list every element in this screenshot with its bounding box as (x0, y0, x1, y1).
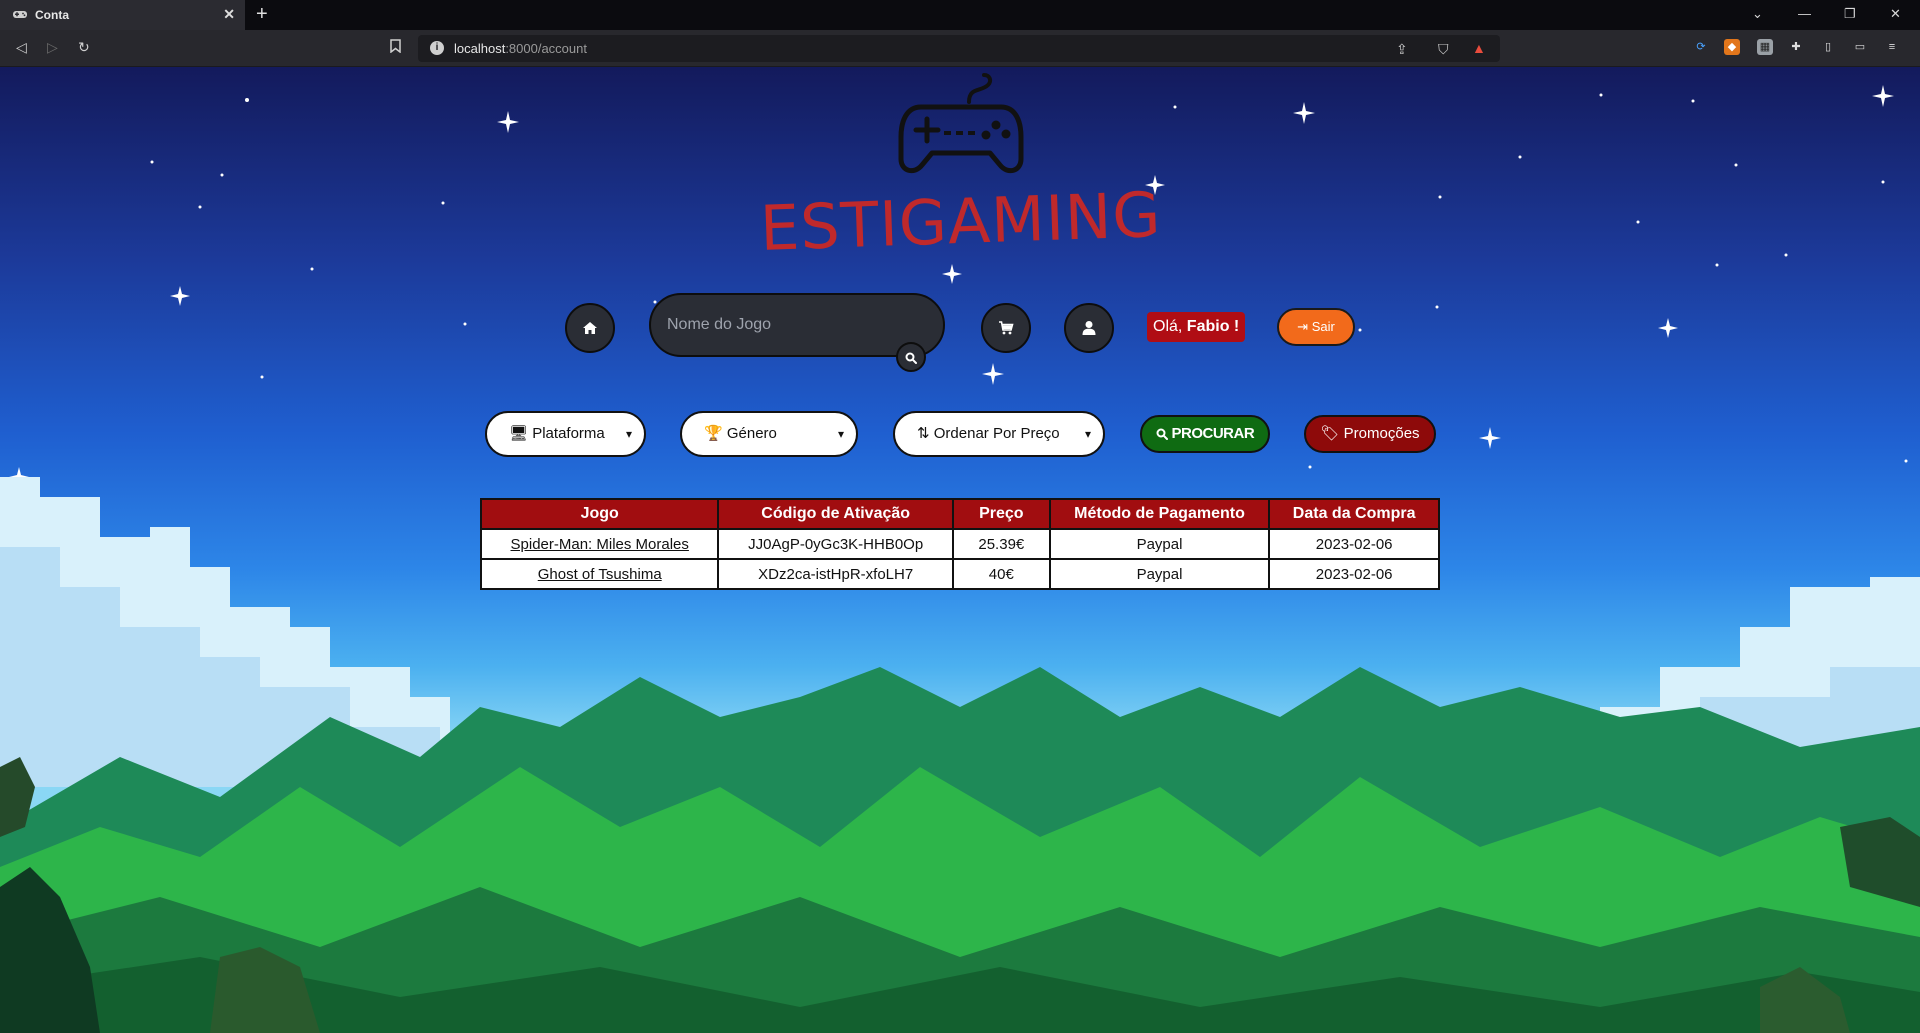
browser-tabbar: Conta ✕ + ⌄ — ❐ ✕ (0, 0, 1920, 30)
bookmark-icon[interactable] (390, 39, 401, 56)
monitor-icon: 🖥 (509, 425, 529, 442)
account-page: ESTIGAMING Olá, Fabio ! ⇥ Sair 🖥 Platafo… (0, 67, 1920, 1033)
brave-shield-icon[interactable]: ⛉ (1438, 41, 1449, 58)
extension-icon[interactable]: ▦ (1757, 39, 1773, 55)
user-icon (1082, 320, 1096, 335)
share-icon[interactable]: ⇪ (1396, 41, 1408, 58)
metamask-icon[interactable]: ◆ (1724, 39, 1740, 55)
reload-icon[interactable]: ↻ (78, 39, 90, 56)
brave-rewards-icon[interactable]: ▲ (1472, 40, 1486, 56)
tab-title: Conta (35, 8, 69, 22)
game-cell: Ghost of Tsushima (479, 558, 720, 590)
extension-vpn-icon[interactable]: ⟳ (1693, 39, 1709, 55)
table-row: Spider-Man: Miles Morales JJ0AgP-0yGc3K-… (479, 528, 1440, 560)
price-cell: 25.39€ (951, 528, 1051, 560)
purchase-date-cell: 2023-02-06 (1268, 528, 1440, 560)
platform-select[interactable]: 🖥 Plataforma ▾ (485, 411, 646, 457)
filter-search-button[interactable]: PROCURAR (1140, 415, 1270, 453)
tab-list-chevron-icon[interactable]: ⌄ (1752, 6, 1763, 22)
search-submit-button[interactable] (896, 342, 926, 372)
chevron-down-icon: ▾ (837, 427, 844, 441)
column-header-game: Jogo (479, 498, 720, 530)
home-icon (583, 321, 597, 334)
purchases-table: Jogo Código de Ativação Preço Método de … (479, 498, 1440, 590)
forward-icon[interactable]: ▷ (47, 39, 58, 56)
column-header-date: Data da Compra (1268, 498, 1440, 530)
purchase-date-cell: 2023-02-06 (1268, 558, 1440, 590)
wallet-icon[interactable]: ▭ (1852, 39, 1868, 55)
cart-icon (999, 320, 1014, 335)
search-icon (1156, 428, 1168, 441)
chevron-down-icon: ▾ (625, 427, 632, 441)
restore-button[interactable]: ❐ (1844, 6, 1856, 22)
account-button[interactable] (1064, 303, 1114, 353)
column-header-price: Preço (951, 498, 1051, 530)
sort-amount-icon: ⇅ (917, 425, 930, 442)
url-text: localhost:8000/account (454, 41, 587, 56)
logout-button[interactable]: ⇥ Sair (1277, 308, 1355, 346)
tab-close-icon[interactable]: ✕ (223, 6, 235, 23)
back-icon[interactable]: ◁ (16, 39, 27, 56)
price-cell: 40€ (951, 558, 1051, 590)
promotions-button[interactable]: 🏷 Promoções (1304, 415, 1436, 453)
home-button[interactable] (565, 303, 615, 353)
site-info-icon[interactable]: i (430, 41, 444, 55)
search-icon (905, 352, 917, 364)
tags-icon: 🏷 (1320, 425, 1340, 442)
logout-icon: ⇥ (1297, 319, 1309, 334)
chevron-down-icon: ▾ (1084, 427, 1091, 441)
cart-button[interactable] (981, 303, 1031, 353)
extensions-puzzle-icon[interactable]: ✚ (1788, 39, 1804, 55)
column-header-payment: Método de Pagamento (1048, 498, 1271, 530)
address-bar[interactable]: i localhost:8000/account ⇪ ⛉ ▲ (418, 35, 1500, 62)
activation-code-cell: JJ0AgP-0yGc3K-HHB0Op (717, 528, 954, 560)
game-link[interactable]: Spider-Man: Miles Morales (511, 536, 689, 553)
sidebar-icon[interactable]: ▯ (1820, 39, 1836, 55)
browser-toolbar: ◁ ▷ ↻ i localhost:8000/account ⇪ ⛉ ▲ ⟳ ◆… (0, 30, 1920, 67)
payment-method-cell: Paypal (1048, 558, 1271, 590)
game-link[interactable]: Ghost of Tsushima (538, 566, 662, 583)
user-greeting: Olá, Fabio ! (1147, 312, 1246, 342)
trophy-icon: 🏆 (704, 425, 723, 442)
genre-select[interactable]: 🏆 Género ▾ (680, 411, 858, 457)
price-sort-select[interactable]: ⇅ Ordenar Por Preço ▾ (893, 411, 1105, 457)
browser-tab[interactable]: Conta ✕ (0, 0, 245, 30)
game-cell: Spider-Man: Miles Morales (479, 528, 720, 560)
menu-icon[interactable]: ≡ (1884, 39, 1900, 55)
activation-code-cell: XDz2ca-istHpR-xfoLH7 (717, 558, 954, 590)
site-brand-title[interactable]: ESTIGAMING (759, 178, 1163, 265)
gamepad-logo-icon (898, 73, 1024, 174)
new-tab-button[interactable]: + (256, 3, 268, 26)
minimize-button[interactable]: — (1798, 6, 1811, 21)
payment-method-cell: Paypal (1048, 528, 1271, 560)
table-row: Ghost of Tsushima XDz2ca-istHpR-xfoLH7 4… (479, 558, 1440, 590)
gamepad-icon (12, 8, 28, 22)
table-header-row: Jogo Código de Ativação Preço Método de … (479, 498, 1440, 530)
close-window-button[interactable]: ✕ (1890, 6, 1901, 22)
game-search-input[interactable] (667, 313, 907, 337)
column-header-code: Código de Ativação (717, 498, 954, 530)
